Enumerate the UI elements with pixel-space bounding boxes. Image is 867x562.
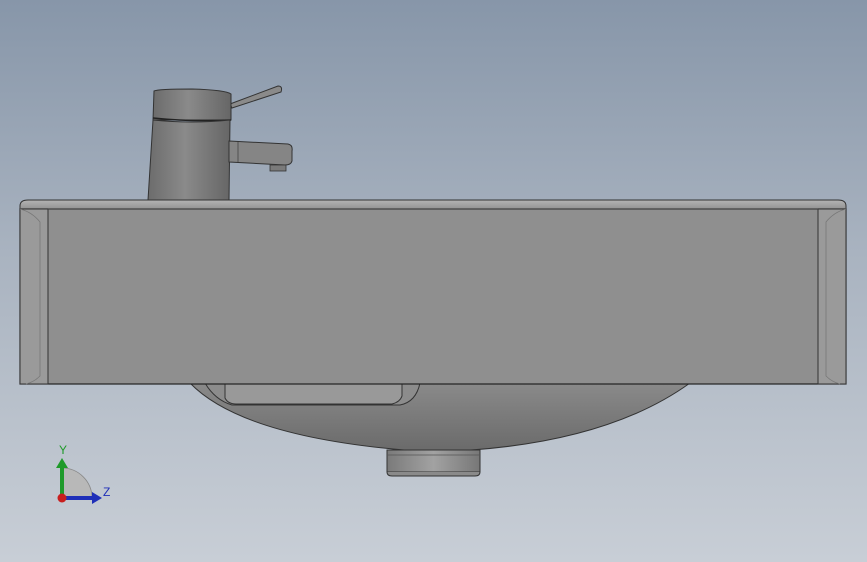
drain-outlet xyxy=(386,449,481,477)
y-axis-label: Y xyxy=(59,443,67,457)
basin-body xyxy=(19,199,847,385)
coordinate-triad: Y Z xyxy=(56,443,110,504)
z-axis-label: Z xyxy=(103,485,110,499)
graphics-viewport[interactable]: Y Z xyxy=(0,0,867,562)
faucet xyxy=(147,85,293,201)
triad-quarter-disc xyxy=(61,467,93,499)
model-view[interactable] xyxy=(0,0,867,562)
basin-bowl xyxy=(188,382,692,453)
x-axis-origin xyxy=(57,493,67,503)
